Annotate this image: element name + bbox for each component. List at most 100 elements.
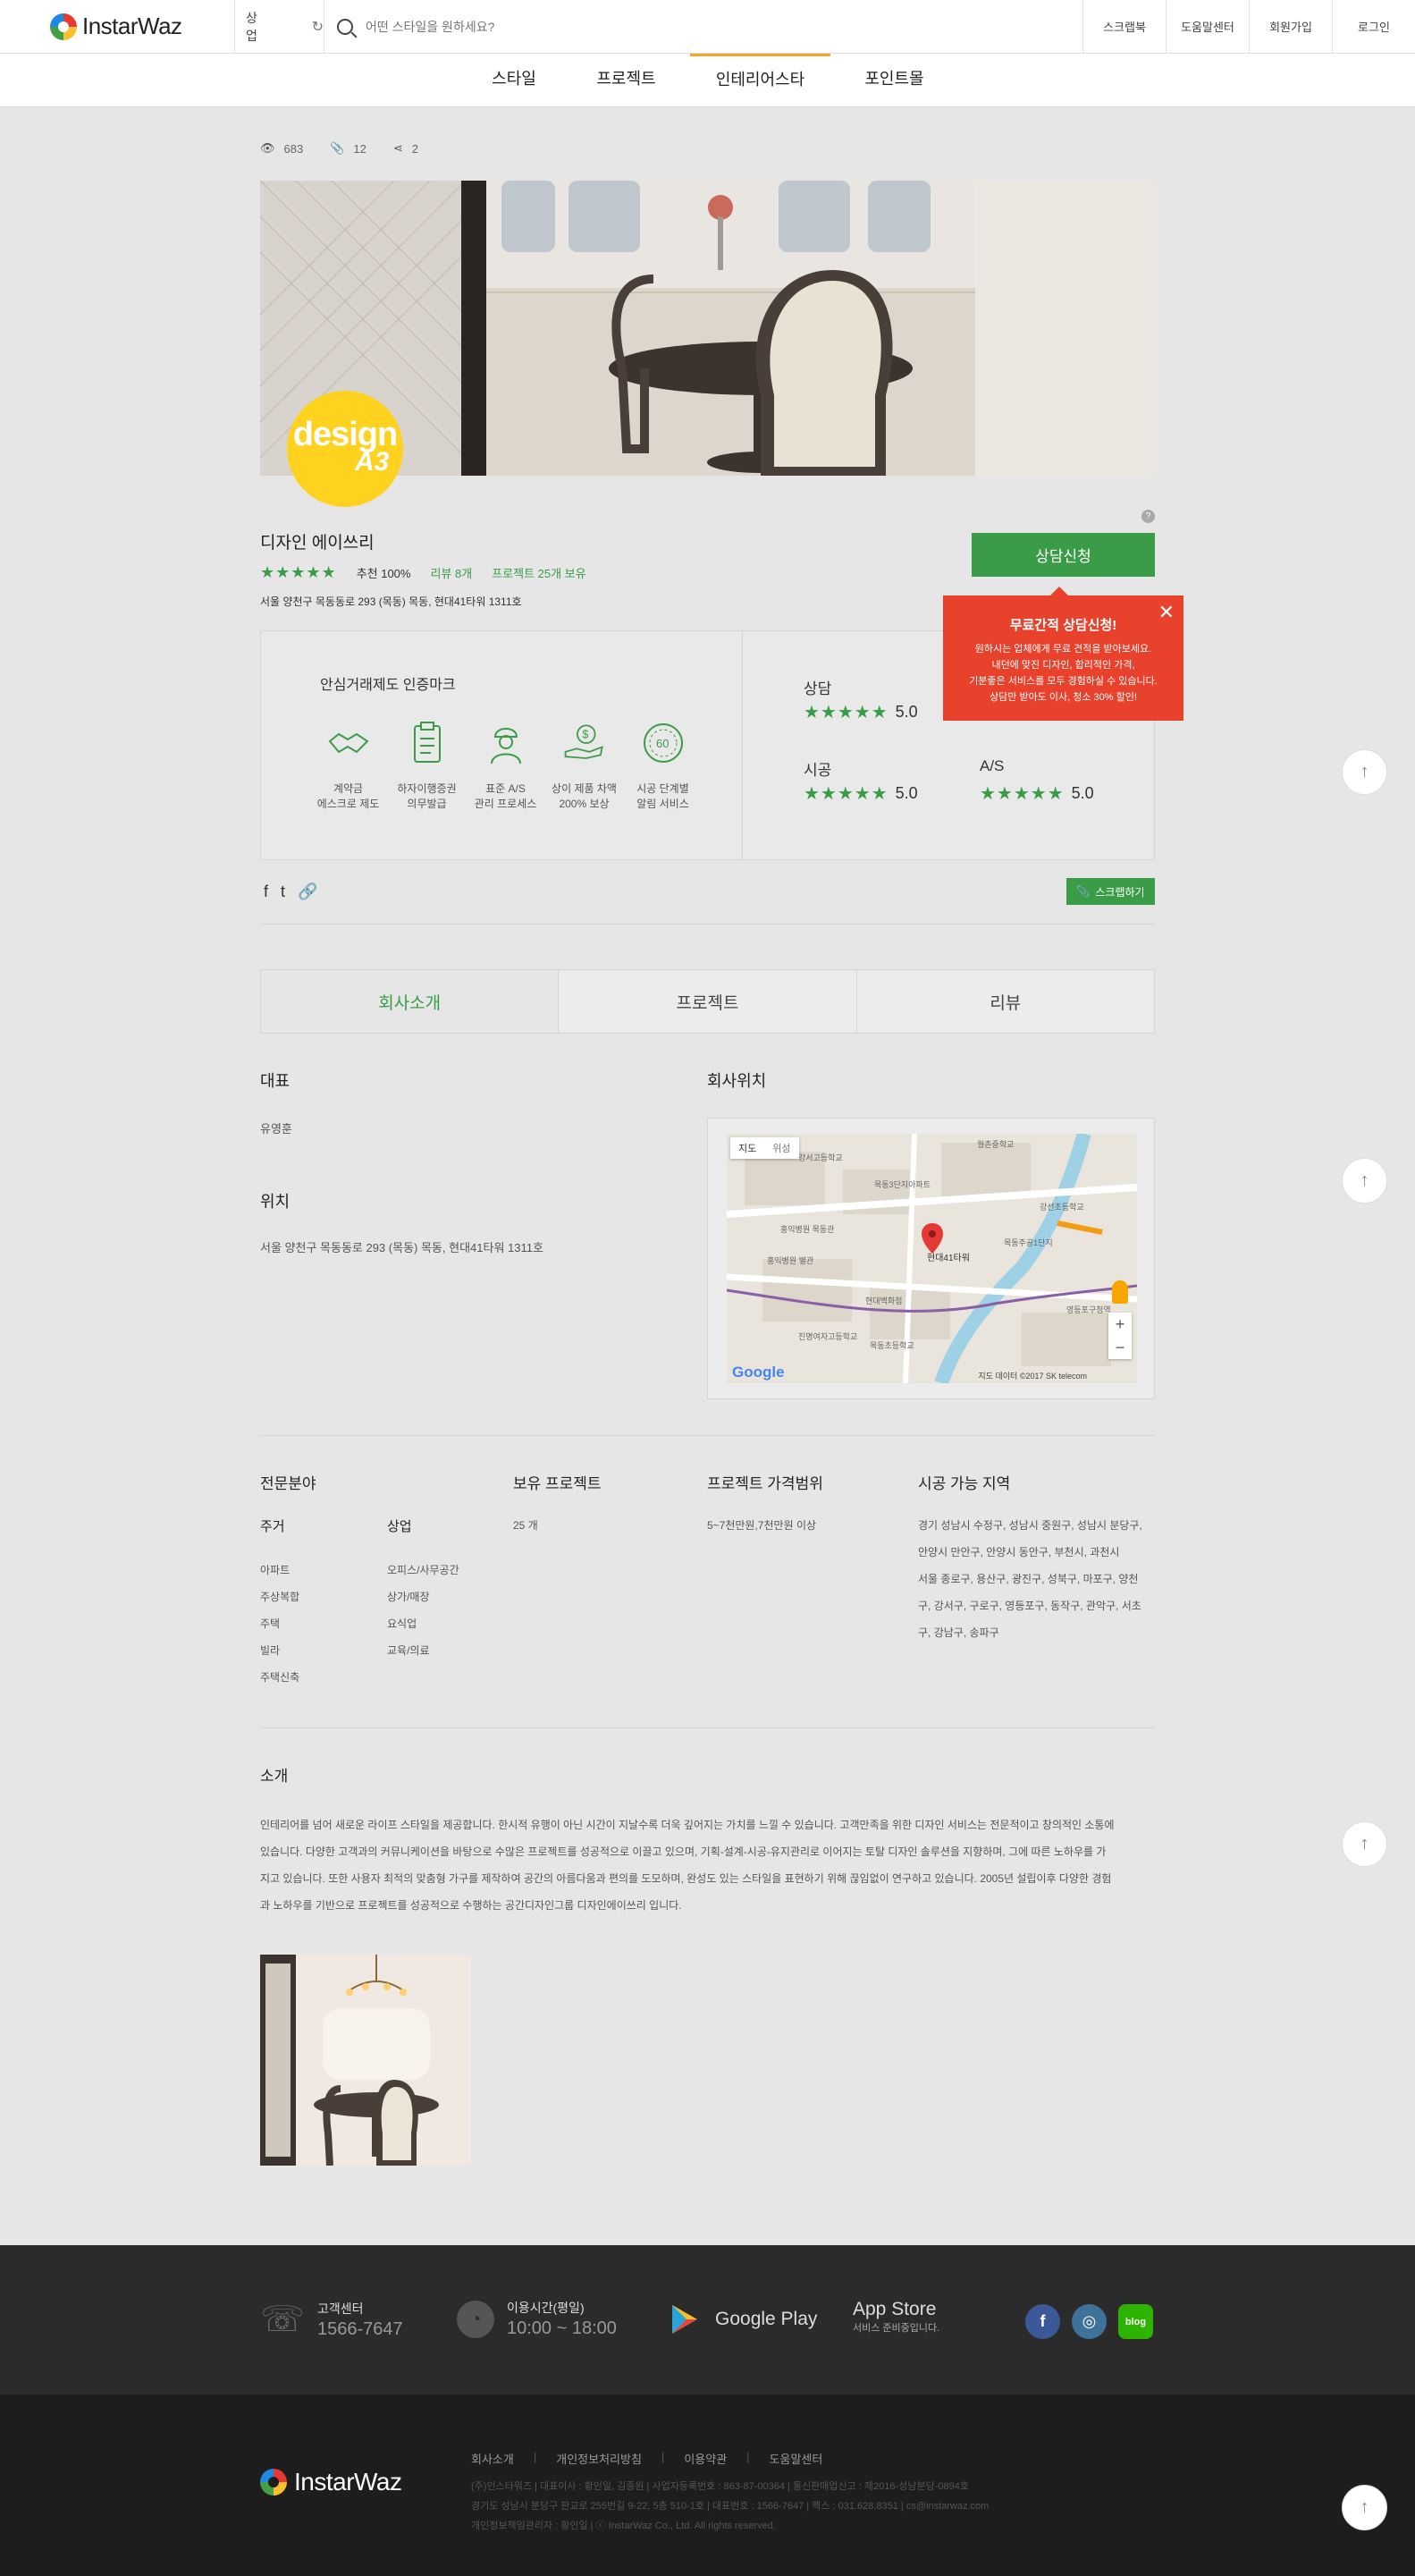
ceo-name: 유영훈 bbox=[260, 1122, 292, 1136]
star-rating-icon: ★★★★★ bbox=[260, 563, 337, 581]
nav-scrapbook[interactable]: 스크랩북 bbox=[1082, 0, 1166, 54]
intro-photo[interactable] bbox=[260, 1955, 471, 2166]
cert-item-line2: 에스크로 제도 bbox=[316, 798, 380, 810]
search-icon[interactable] bbox=[337, 18, 353, 35]
intro-text: 인테리어를 넘어 새로운 라이프 스타일을 제공합니다. 한시적 유행이 아닌 … bbox=[260, 1812, 1163, 1919]
project-count-link[interactable]: 프로젝트 25개 보유 bbox=[492, 564, 585, 581]
cert-item: 표준 A/S 관리 프로세스 bbox=[472, 721, 539, 812]
cert-title: 안심거래제도 인증마크 bbox=[320, 678, 456, 693]
list-item: 오피스/사무공간 bbox=[387, 1564, 459, 1576]
zoom-in-button[interactable]: + bbox=[1108, 1313, 1132, 1336]
price-heading: 프로젝트 가격범위 bbox=[707, 1475, 823, 1492]
business-hours: ◔ 이용시간(평일) 10:00 ~ 18:00 bbox=[457, 2299, 617, 2339]
app-store-text: App Store 서비스 준비중입니다. bbox=[853, 2299, 939, 2335]
help-icon[interactable]: ? bbox=[1141, 510, 1155, 523]
link-share-icon[interactable]: 🔗 bbox=[298, 883, 317, 901]
facebook-icon[interactable]: f bbox=[1025, 2304, 1060, 2339]
customer-center-text: 고객센터 1566-7647 bbox=[317, 2300, 403, 2340]
google-play-link[interactable]: Google Play bbox=[667, 2302, 817, 2337]
region-line: 서울 종로구, 용산구, 광진구, 성북구, 마포구, 양천 bbox=[918, 1573, 1139, 1585]
scroll-top-button[interactable]: ↑ bbox=[1342, 2485, 1387, 2530]
residential-list: 아파트 주상복합 주택 빌라 주택신축 bbox=[260, 1557, 299, 1691]
blog-icon[interactable]: blog bbox=[1118, 2304, 1153, 2339]
list-item: 주택신축 bbox=[260, 1671, 300, 1684]
close-icon[interactable]: ✕ bbox=[1158, 603, 1175, 622]
tab-company-intro[interactable]: 회사소개 bbox=[261, 970, 559, 1033]
svg-text:현대41타워: 현대41타워 bbox=[927, 1252, 970, 1263]
footer-link-privacy[interactable]: 개인정보처리방침 bbox=[556, 2450, 642, 2467]
location-text: 서울 양천구 목동동로 293 (목동) 목동, 현대41타워 1311호 bbox=[260, 1241, 543, 1254]
map-tab-map[interactable]: 지도 bbox=[730, 1137, 764, 1159]
footer-link-help[interactable]: 도움말센터 bbox=[770, 2450, 823, 2467]
scroll-top-button[interactable]: ↑ bbox=[1342, 1821, 1387, 1867]
footer-info-line: 개인정보책임관리자 : 황인일 | ⓒ InstarWaz Co., Ltd. … bbox=[471, 2521, 776, 2531]
map-heading: 회사위치 bbox=[707, 1072, 767, 1090]
street-view-icon[interactable] bbox=[1112, 1280, 1128, 1304]
footer-link-terms[interactable]: 이용약관 bbox=[684, 2450, 727, 2467]
attachments-count: 12 bbox=[353, 141, 366, 156]
consult-request-button[interactable]: 상담신청 bbox=[972, 533, 1155, 577]
intro-line: 인테리어를 넘어 새로운 라이프 스타일을 제공합니다. 한시적 유행이 아닌 … bbox=[260, 1819, 1115, 1831]
content-tabs: 회사소개 프로젝트 리뷰 bbox=[260, 969, 1155, 1034]
alarm-60-icon: 60 bbox=[641, 721, 686, 765]
tab-interior-star[interactable]: 인테리어스타 bbox=[690, 54, 830, 107]
company-address: 서울 양천구 목동동로 293 (목동) 목동, 현대41타워 1311호 bbox=[260, 595, 522, 608]
nav-help-center[interactable]: 도움말센터 bbox=[1166, 0, 1249, 54]
paperclip-icon: 📎 bbox=[1076, 885, 1091, 898]
twitter-share-icon[interactable]: t bbox=[281, 883, 285, 901]
tab-style[interactable]: 스타일 bbox=[478, 54, 550, 107]
category-select[interactable]: 상업 ↻ bbox=[235, 0, 324, 54]
footer-logo[interactable]: InstarWaz bbox=[260, 2468, 402, 2496]
search-input[interactable] bbox=[366, 19, 902, 34]
handshake-icon bbox=[326, 721, 371, 765]
facebook-share-icon[interactable]: f bbox=[264, 883, 268, 901]
category-nav: 스타일 프로젝트 인테리어스타 포인트몰 bbox=[0, 54, 1415, 107]
scroll-top-button[interactable]: ↑ bbox=[1342, 1158, 1387, 1204]
footer-logo-text: InstarWaz bbox=[294, 2468, 402, 2496]
svg-text:$: $ bbox=[582, 729, 588, 741]
list-item: 요식업 bbox=[387, 1617, 417, 1630]
company-map[interactable]: 강서고등학교 목동3단지아파트 월촌중학교 홍익병원 목동관 홍익병원 별관 현대백화점 진… bbox=[727, 1134, 1137, 1383]
review-count-link[interactable]: 리뷰 8개 bbox=[430, 564, 472, 581]
footer-link-about[interactable]: 회사소개 bbox=[471, 2450, 514, 2467]
views-count: 683 bbox=[283, 141, 304, 156]
divider bbox=[260, 924, 1155, 925]
nav-signup[interactable]: 회원가입 bbox=[1249, 0, 1332, 54]
map-tab-satellite[interactable]: 위성 bbox=[764, 1137, 798, 1159]
list-item: 교육/의료 bbox=[387, 1644, 430, 1657]
tab-projects[interactable]: 프로젝트 bbox=[558, 970, 856, 1033]
score-consult: ★★★★★ 5.0 bbox=[804, 701, 918, 723]
score-label-consult: 상담 bbox=[804, 680, 832, 697]
zoom-out-button[interactable]: − bbox=[1108, 1336, 1132, 1359]
score-label-construction: 시공 bbox=[804, 762, 832, 779]
region-heading: 시공 가능 지역 bbox=[918, 1475, 1011, 1492]
cert-item-line1: 시공 단계별 bbox=[636, 782, 689, 795]
cert-item-line1: 표준 A/S bbox=[485, 782, 526, 795]
tab-reviews[interactable]: 리뷰 bbox=[855, 970, 1154, 1033]
google-logo-text: Google bbox=[732, 1364, 785, 1381]
app-store-link[interactable]: App Store 서비스 준비중입니다. bbox=[840, 2299, 939, 2335]
google-play-label: Google Play bbox=[715, 2309, 818, 2329]
scroll-top-button[interactable]: ↑ bbox=[1342, 749, 1387, 795]
share-icon: ⋖ bbox=[392, 141, 403, 155]
top-header: InstarWaz 상업 ↻ 스크랩북 도움말센터 회원가입 로그인 bbox=[0, 0, 1415, 54]
google-logo: Google bbox=[732, 1364, 785, 1381]
divider bbox=[260, 1435, 1155, 1436]
region-line: 구, 강서구, 구로구, 영등포구, 동작구, 관악구, 서초 bbox=[918, 1600, 1141, 1612]
refresh-icon[interactable]: ↻ bbox=[312, 18, 324, 36]
nav-login[interactable]: 로그인 bbox=[1332, 0, 1415, 54]
list-item: 아파트 bbox=[260, 1564, 291, 1576]
tab-project[interactable]: 프로젝트 bbox=[588, 54, 664, 107]
svg-text:목동주공1단지: 목동주공1단지 bbox=[1004, 1238, 1053, 1247]
separator: | bbox=[661, 2450, 665, 2463]
tab-point-mall[interactable]: 포인트몰 bbox=[856, 54, 932, 107]
cs-label: 고객센터 bbox=[317, 2301, 364, 2316]
instagram-icon[interactable]: ◎ bbox=[1072, 2304, 1107, 2339]
category-select-value: 상업 bbox=[246, 10, 257, 43]
list-item: 빌라 bbox=[260, 1644, 281, 1657]
svg-text:목동초등학교: 목동초등학교 bbox=[870, 1341, 914, 1350]
scrap-button[interactable]: 📎 스크랩하기 bbox=[1066, 878, 1155, 905]
logo[interactable]: InstarWaz bbox=[0, 0, 235, 54]
attachments-stat: 📎 12 bbox=[330, 141, 366, 156]
arrow-up-icon: ↑ bbox=[1360, 1170, 1369, 1190]
